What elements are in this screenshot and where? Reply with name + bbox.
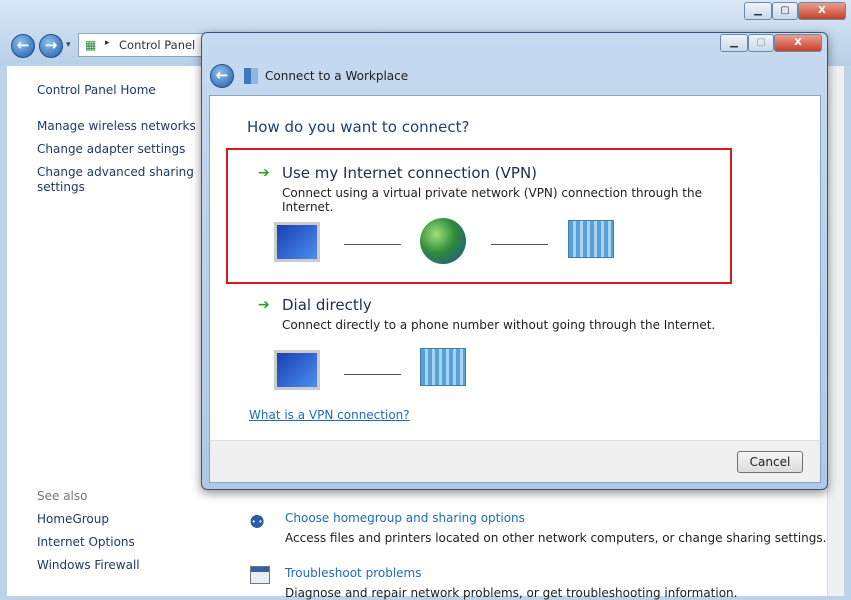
maximize-button[interactable]: ▢ [772,2,798,20]
breadcrumb-chevron-icon: ▸ [105,38,110,48]
dialog-title: Connect to a Workplace [265,69,409,83]
option-dial[interactable]: ➔ Dial directly Connect directly to a ph… [250,292,730,392]
sidebar-item-sharing[interactable]: Change advanced sharing settings [37,165,197,195]
close-button[interactable]: X [798,2,846,20]
option-dial-title: Dial directly [282,296,372,314]
option-vpn-desc: Connect using a virtual private network … [282,186,702,214]
connection-line [491,244,548,245]
minimize-button[interactable]: ▁ [744,2,772,20]
address-bar[interactable]: ▦ ▸ Control Panel [78,33,208,57]
control-panel-icon: ▦ [85,38,97,52]
globe-icon [420,218,466,264]
vpn-help-link[interactable]: What is a VPN connection? [249,408,410,422]
connection-line [344,374,401,375]
option-dial-desc: Connect directly to a phone number witho… [282,318,716,332]
option-vpn-title: Use my Internet connection (VPN) [282,164,538,182]
sidebar-item-home[interactable]: Control Panel Home [37,83,156,97]
workplace-building-icon [568,220,614,258]
connect-workplace-dialog: ▁ ▢ X ← Connect to a Workplace How do yo… [201,32,828,490]
forward-button[interactable]: → [39,34,63,58]
task-homegroup-link[interactable]: Choose homegroup and sharing options [285,511,525,525]
dialog-maximize-button: ▢ [748,34,774,52]
dialog-heading: How do you want to connect? [247,118,470,136]
connection-line [344,244,401,245]
workplace-building-icon [420,348,466,386]
see-also-internet-options[interactable]: Internet Options [37,535,135,549]
dialog-content: How do you want to connect? ➔ Use my Int… [209,95,821,441]
task-troubleshoot-link[interactable]: Troubleshoot problems [285,566,421,580]
see-also-firewall[interactable]: Windows Firewall [37,558,140,572]
back-button[interactable]: ← [11,34,35,58]
homegroup-icon: ⚉ [249,512,266,533]
task-troubleshoot-desc: Diagnose and repair network problems, or… [285,586,738,600]
cancel-button[interactable]: Cancel [737,451,803,473]
sidebar: Control Panel Home Manage wireless netwo… [7,66,207,596]
dialog-back-button[interactable]: ← [210,64,234,88]
dialog-close-button[interactable]: X [774,34,822,52]
green-arrow-icon: ➔ [258,165,270,181]
workplace-icon [244,68,258,84]
scrollbar[interactable] [827,66,844,596]
green-arrow-icon: ➔ [258,297,270,313]
dialog-footer [209,440,821,483]
troubleshoot-icon [250,566,270,584]
see-also-label: See also [37,489,88,503]
task-homegroup-desc: Access files and printers located on oth… [285,531,827,545]
option-vpn[interactable]: ➔ Use my Internet connection (VPN) Conne… [250,160,730,280]
recent-pages-icon[interactable]: ▾ [66,40,71,50]
sidebar-item-wireless[interactable]: Manage wireless networks [37,119,196,133]
sidebar-item-adapter[interactable]: Change adapter settings [37,142,185,156]
breadcrumb[interactable]: Control Panel [119,38,195,52]
see-also-homegroup[interactable]: HomeGroup [37,512,109,526]
dialog-minimize-button[interactable]: ▁ [720,34,748,52]
computer-icon [274,350,320,390]
computer-icon [274,222,320,262]
